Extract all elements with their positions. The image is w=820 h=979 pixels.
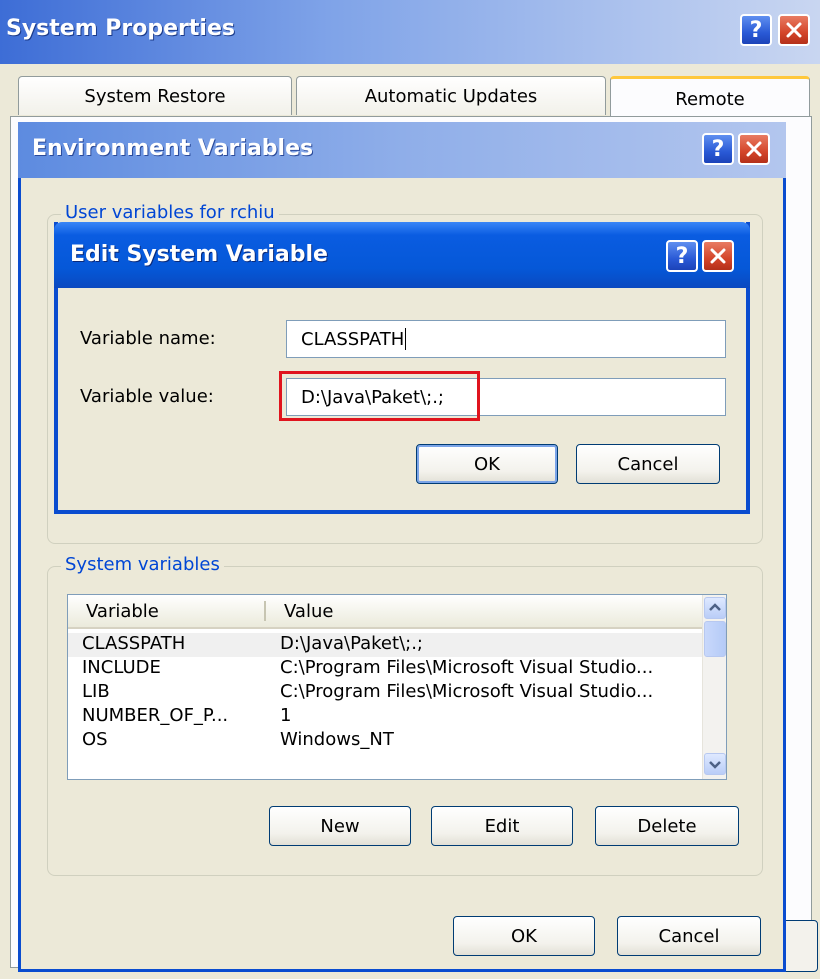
- system-properties-title: System Properties: [6, 16, 235, 41]
- row-value: C:\Program Files\Microsoft Visual Studio…: [280, 657, 654, 678]
- system-variables-list[interactable]: Variable Value CLASSPATH D:\Java\Paket\;…: [67, 594, 727, 780]
- help-icon[interactable]: ?: [666, 240, 698, 272]
- close-icon[interactable]: [778, 14, 810, 46]
- close-icon[interactable]: [738, 133, 770, 165]
- scroll-up-icon[interactable]: [704, 597, 726, 619]
- highlight-box: [279, 371, 480, 421]
- system-variables-label: System variables: [61, 554, 224, 575]
- table-row[interactable]: NUMBER_OF_P... 1: [68, 705, 702, 729]
- tab-remote[interactable]: Remote: [610, 76, 810, 119]
- new-button[interactable]: New: [269, 806, 411, 846]
- variable-value-label: Variable value:: [80, 386, 214, 407]
- tab-automatic-updates[interactable]: Automatic Updates: [296, 76, 606, 115]
- row-value: D:\Java\Paket\;.;: [280, 633, 423, 654]
- column-header-value[interactable]: Value: [284, 601, 333, 622]
- row-value: C:\Program Files\Microsoft Visual Studio…: [280, 681, 654, 702]
- row-variable: LIB: [82, 681, 110, 702]
- user-variables-label: User variables for rchiu: [61, 202, 279, 223]
- system-properties-titlebar: System Properties ?: [0, 0, 820, 64]
- tab-system-restore[interactable]: System Restore: [18, 76, 292, 115]
- delete-button[interactable]: Delete: [595, 806, 739, 846]
- variable-name-label: Variable name:: [80, 328, 216, 349]
- scroll-thumb[interactable]: [704, 621, 726, 657]
- environment-variables-titlebar: Environment Variables ?: [18, 122, 786, 178]
- env-cancel-button[interactable]: Cancel: [617, 916, 761, 956]
- text-cursor: [405, 328, 407, 350]
- table-row[interactable]: CLASSPATH D:\Java\Paket\;.;: [68, 633, 702, 657]
- table-row[interactable]: INCLUDE C:\Program Files\Microsoft Visua…: [68, 657, 702, 681]
- row-variable: NUMBER_OF_P...: [82, 705, 229, 726]
- help-icon[interactable]: ?: [740, 14, 772, 46]
- edit-cancel-button[interactable]: Cancel: [576, 444, 720, 484]
- tab-label: Remote: [675, 88, 745, 110]
- table-row[interactable]: LIB C:\Program Files\Microsoft Visual St…: [68, 681, 702, 705]
- row-value: 1: [280, 705, 292, 726]
- row-variable: INCLUDE: [82, 657, 161, 678]
- row-variable: OS: [82, 729, 108, 750]
- table-row[interactable]: OS Windows_NT: [68, 729, 702, 753]
- scroll-down-icon[interactable]: [704, 753, 726, 775]
- edit-dialog-titlebar: Edit System Variable ?: [54, 222, 750, 288]
- column-header-variable[interactable]: Variable: [86, 601, 159, 622]
- variable-name-value: CLASSPATH: [301, 328, 405, 350]
- env-ok-button[interactable]: OK: [453, 916, 595, 956]
- tab-label: Automatic Updates: [364, 85, 538, 107]
- close-icon[interactable]: [702, 240, 734, 272]
- edit-ok-button[interactable]: OK: [416, 444, 558, 484]
- edit-button[interactable]: Edit: [431, 806, 573, 846]
- row-variable: CLASSPATH: [82, 633, 186, 654]
- list-header: Variable Value: [68, 595, 702, 629]
- edit-dialog-title: Edit System Variable: [70, 242, 328, 267]
- row-value: Windows_NT: [280, 729, 394, 750]
- edit-system-variable-dialog: Edit System Variable ? Variable name: CL…: [54, 222, 750, 514]
- tab-label: System Restore: [84, 85, 226, 107]
- column-divider[interactable]: [264, 601, 266, 621]
- environment-variables-title: Environment Variables: [32, 136, 314, 161]
- vertical-scrollbar[interactable]: [702, 595, 726, 779]
- help-icon[interactable]: ?: [702, 133, 734, 165]
- variable-name-field[interactable]: CLASSPATH: [286, 320, 726, 358]
